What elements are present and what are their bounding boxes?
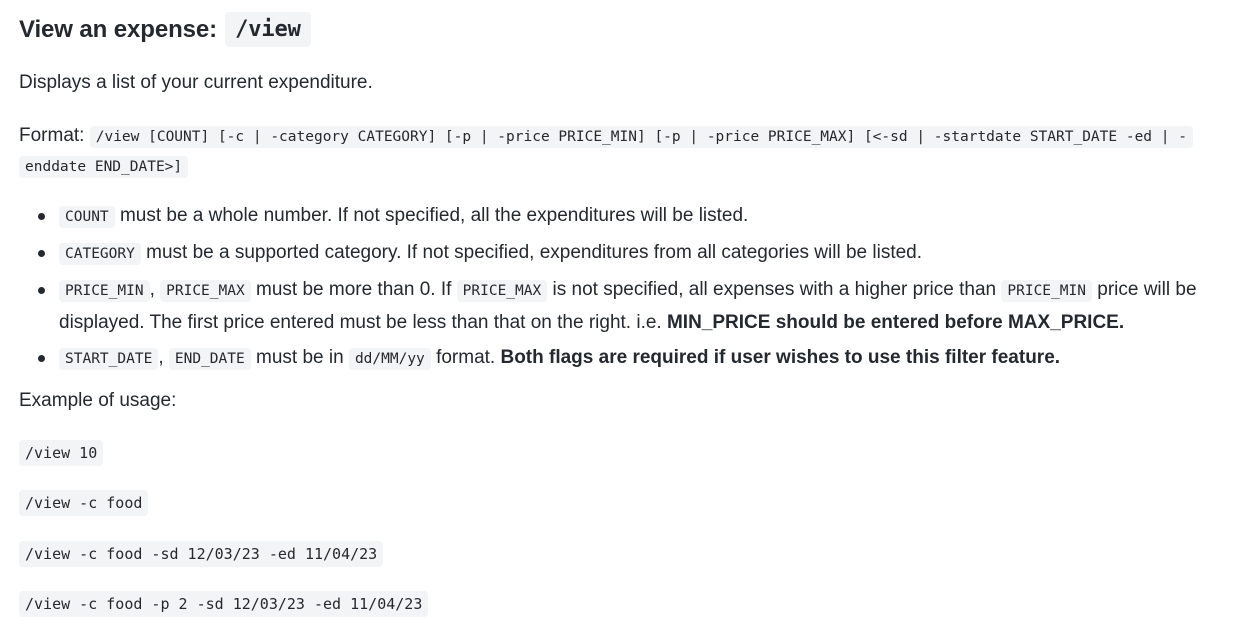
rule-text: is not specified, all expenses with a hi… [552,279,997,300]
example-code-block: /view 10 [19,440,104,466]
examples-label: Example of usage: [19,390,177,411]
rule-text: must be a whole number. If not specified… [119,205,749,226]
section-heading-command: /view [225,12,311,47]
rule-dates: START_DATE, END_DATE must be in dd/MM/yy… [19,342,1244,375]
example-code-block: /view -c food [19,490,149,516]
format-line: Format: /view [COUNT] [-c | -category CA… [19,121,1244,181]
rule-text: must be in [256,347,344,368]
description: Displays a list of your current expendit… [19,72,373,93]
rule-code: COUNT [59,206,115,228]
example-code-block: /view -c food -p 2 -sd 12/03/23 -ed 11/0… [19,591,429,617]
rule-text: format. [436,347,496,368]
rule-code: dd/MM/yy [348,348,431,370]
format-syntax: /view [COUNT] [-c | -category CATEGORY] … [19,126,1193,178]
rule-category: CATEGORY must be a supported category. I… [19,237,1244,270]
rule-text: must be more than 0. If [256,279,452,300]
rules-list: COUNT must be a whole number. If not spe… [19,200,1244,379]
bullet-icon [38,213,45,220]
rule-code: PRICE_MIN [1001,280,1092,302]
example-code-block: /view -c food -sd 12/03/23 -ed 11/04/23 [19,541,384,567]
rule-code: PRICE_MIN [59,280,150,302]
rule-text: must be a supported category. If not spe… [146,242,923,263]
rule-code: PRICE_MAX [456,280,548,302]
rule-bold-text: MIN_PRICE should be entered before MAX_P… [666,312,1125,333]
section-heading: View an expense: /view [19,12,311,47]
rule-bold-text: Both flags are required if user wishes t… [500,347,1061,368]
section-heading-text: View an expense: [19,15,218,43]
rule-code: PRICE_MAX [160,280,251,302]
format-label: Format: [19,125,85,146]
rule-price: PRICE_MIN, PRICE_MAX must be more than 0… [19,274,1244,338]
rule-code: CATEGORY [59,243,141,265]
rule-separator: , [149,279,155,300]
bullet-icon [38,287,45,294]
rule-count: COUNT must be a whole number. If not spe… [19,200,1244,233]
rule-code: END_DATE [168,348,251,370]
rule-code: START_DATE [59,348,159,370]
bullet-icon [38,250,45,257]
bullet-icon [38,355,45,362]
rule-separator: , [158,347,164,368]
